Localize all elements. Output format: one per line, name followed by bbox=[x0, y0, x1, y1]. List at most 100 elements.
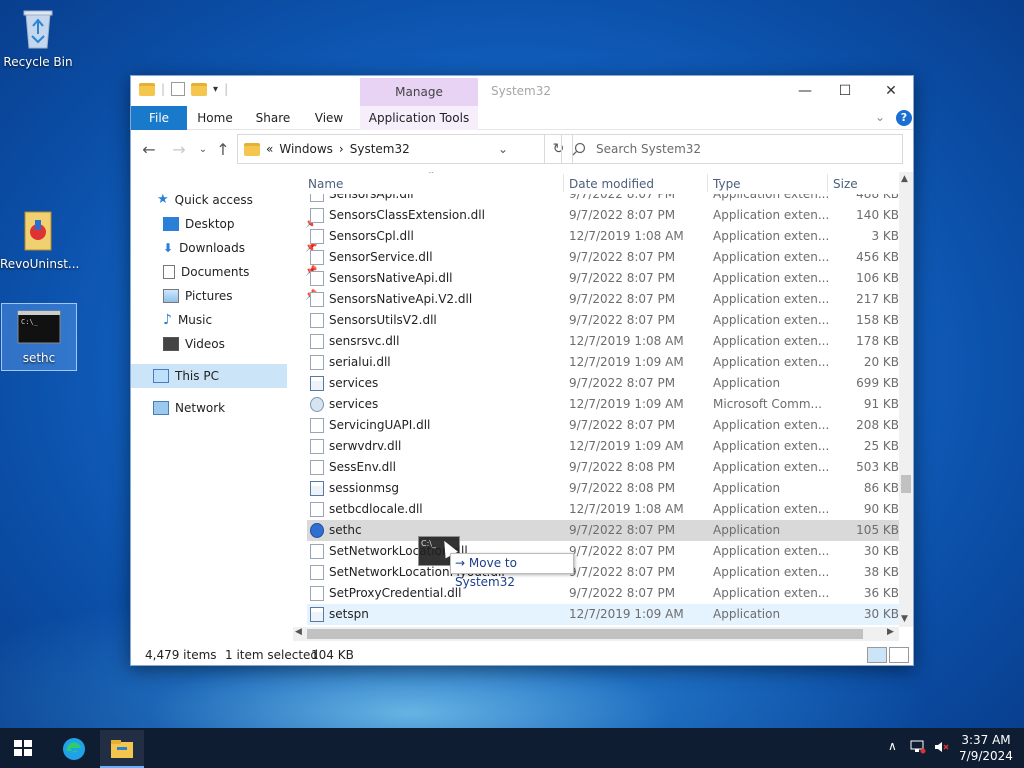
file-row[interactable]: SensorService.dll 9/7/2022 8:07 PM Applica… bbox=[307, 247, 899, 268]
show-hidden-icons[interactable]: ∧ bbox=[888, 739, 897, 753]
nav-pictures[interactable]: Pictures 📌 bbox=[163, 284, 317, 308]
close-button[interactable]: ✕ bbox=[871, 80, 911, 102]
file-size: 503 KB bbox=[856, 460, 899, 474]
nav-network[interactable]: Network bbox=[153, 396, 225, 420]
nav-quick-access[interactable]: ★ Quick access bbox=[157, 188, 253, 212]
nav-music[interactable]: ♪ Music bbox=[163, 308, 212, 332]
breadcrumb-system32[interactable]: System32 bbox=[350, 142, 410, 156]
file-row[interactable]: setbcdlocale.dll 12/7/2019 1:08 AM Applica… bbox=[307, 499, 899, 520]
tab-view[interactable]: View bbox=[311, 106, 347, 130]
file-size: 86 KB bbox=[863, 481, 899, 495]
file-row[interactable]: SensorsNativeApi.V2.dll 9/7/2022 8:07 PM A… bbox=[307, 289, 899, 310]
dll-file-icon bbox=[310, 229, 324, 244]
maximize-button[interactable]: ☐ bbox=[825, 80, 865, 102]
breadcrumb-overflow[interactable]: « bbox=[266, 142, 273, 156]
file-row[interactable]: serialui.dll 12/7/2019 1:09 AM Application… bbox=[307, 352, 899, 373]
tab-home[interactable]: Home bbox=[195, 106, 235, 130]
desktop-icon-recycle-bin[interactable]: Recycle Bin bbox=[0, 8, 76, 69]
horizontal-scroll-thumb[interactable] bbox=[307, 629, 863, 639]
search-box[interactable]: Search System32 bbox=[561, 134, 903, 164]
file-row[interactable]: SensorsUtilsV2.dll 9/7/2022 8:07 PM Applic… bbox=[307, 310, 899, 331]
computer-icon bbox=[153, 369, 169, 383]
network-icon bbox=[153, 401, 169, 415]
file-row[interactable]: sessionmsg 9/7/2022 8:08 PM Application 86 … bbox=[307, 478, 899, 499]
file-row[interactable]: SensorsApi.dll 9/7/2022 8:07 PM Applicatio… bbox=[307, 194, 899, 205]
file-date: 12/7/2019 1:09 AM bbox=[569, 397, 684, 411]
details-view-icon[interactable] bbox=[867, 647, 887, 663]
taskbar: ∧ 3:37 AM 7/9/2024 bbox=[0, 728, 1024, 768]
scroll-down-icon[interactable]: ▼ bbox=[901, 614, 908, 624]
column-name[interactable]: Name bbox=[308, 177, 343, 191]
file-row[interactable]: sethc 9/7/2022 8:07 PM Application 105 KB bbox=[307, 520, 899, 541]
new-folder-icon[interactable] bbox=[191, 82, 208, 96]
scroll-up-icon[interactable]: ▲ bbox=[901, 174, 908, 184]
file-row[interactable]: SensorsNativeApi.dll 9/7/2022 8:07 PM Appl… bbox=[307, 268, 899, 289]
large-icons-view-icon[interactable] bbox=[889, 647, 909, 663]
tab-share[interactable]: Share bbox=[253, 106, 293, 130]
file-type: Application exten... bbox=[713, 271, 830, 285]
back-button[interactable]: ← bbox=[139, 140, 159, 159]
file-name: sessionmsg bbox=[329, 481, 399, 495]
file-row[interactable]: sensrsvc.dll 12/7/2019 1:08 AM Application… bbox=[307, 331, 899, 352]
nav-documents[interactable]: Documents 📌 bbox=[163, 260, 317, 284]
file-row[interactable]: SensorsClassExtension.dll 9/7/2022 8:07 P… bbox=[307, 205, 899, 226]
taskbar-file-explorer[interactable] bbox=[100, 730, 144, 768]
file-row[interactable]: ServicingUAPI.dll 9/7/2022 8:07 PM Applica… bbox=[307, 415, 899, 436]
breadcrumb-windows[interactable]: Windows bbox=[279, 142, 333, 156]
properties-icon[interactable] bbox=[171, 82, 186, 96]
document-icon bbox=[163, 265, 175, 279]
clock[interactable]: 3:37 AM 7/9/2024 bbox=[958, 732, 1014, 764]
column-divider[interactable] bbox=[827, 174, 828, 192]
column-size[interactable]: Size bbox=[833, 177, 858, 191]
file-row[interactable]: SetNetworkLocation.dll 9/7/2022 8:07 PM Ap… bbox=[307, 541, 899, 562]
help-icon[interactable]: ? bbox=[896, 110, 912, 126]
taskbar-edge[interactable] bbox=[52, 730, 96, 768]
file-row[interactable]: serwvdrv.dll 12/7/2019 1:09 AM Application… bbox=[307, 436, 899, 457]
file-row[interactable]: SetNetworkLocationFlyout.dll 9/7/2022 8:0… bbox=[307, 562, 899, 583]
nav-desktop[interactable]: Desktop 📌 bbox=[163, 212, 317, 236]
desktop-icon-revo-uninstaller[interactable]: RevoUninst... bbox=[0, 210, 79, 271]
up-button[interactable]: ↑ bbox=[213, 140, 233, 159]
file-row[interactable]: SetProxyCredential.dll 9/7/2022 8:07 PM Ap… bbox=[307, 583, 899, 604]
ribbon-expand-icon[interactable]: ⌄ bbox=[875, 110, 885, 124]
edge-icon bbox=[63, 738, 85, 760]
column-type[interactable]: Type bbox=[713, 177, 741, 191]
tab-application-tools[interactable]: Application Tools bbox=[360, 106, 478, 130]
file-size: 488 KB bbox=[856, 194, 899, 201]
file-row[interactable]: SensorsCpl.dll 12/7/2019 1:08 AM Applicati… bbox=[307, 226, 899, 247]
column-divider[interactable] bbox=[563, 174, 564, 192]
tab-file[interactable]: File bbox=[131, 106, 187, 130]
vertical-scroll-thumb[interactable] bbox=[901, 475, 911, 493]
desktop-icon-sethc[interactable]: C:\_ sethc bbox=[1, 303, 77, 371]
start-button[interactable] bbox=[14, 740, 32, 756]
vertical-scrollbar[interactable]: ▲ ▼ bbox=[899, 172, 913, 627]
file-date: 9/7/2022 8:07 PM bbox=[569, 271, 676, 285]
file-row[interactable]: services 9/7/2022 8:07 PM Application 699 K… bbox=[307, 373, 899, 394]
address-bar[interactable]: « Windows › System32 ⌄ bbox=[237, 134, 545, 164]
minimize-button[interactable]: — bbox=[785, 80, 825, 102]
manage-context-tab[interactable]: Manage bbox=[360, 78, 478, 106]
network-tray-icon[interactable] bbox=[910, 740, 926, 757]
videos-icon bbox=[163, 337, 179, 351]
nav-videos[interactable]: Videos bbox=[163, 332, 225, 356]
file-type: Application exten... bbox=[713, 313, 830, 327]
file-row[interactable]: services 12/7/2019 1:09 AM Microsoft Comm.… bbox=[307, 394, 899, 415]
horizontal-scrollbar[interactable]: ◀ ▶ bbox=[293, 627, 899, 641]
command-prompt-icon: C:\_ bbox=[17, 310, 61, 344]
breadcrumb-chevron-icon[interactable]: › bbox=[339, 142, 344, 156]
forward-button[interactable]: → bbox=[169, 140, 189, 159]
file-row[interactable]: SessEnv.dll 9/7/2022 8:08 PM Application e… bbox=[307, 457, 899, 478]
address-dropdown-icon[interactable]: ⌄ bbox=[498, 142, 508, 156]
file-row[interactable]: setspn 12/7/2019 1:09 AM Application 30 KB bbox=[307, 604, 899, 625]
column-date[interactable]: Date modified bbox=[569, 177, 654, 191]
volume-muted-icon[interactable] bbox=[934, 740, 950, 757]
column-divider[interactable] bbox=[707, 174, 708, 192]
recent-locations-icon[interactable]: ⌄ bbox=[193, 144, 213, 155]
selection-count: 1 item selected bbox=[225, 648, 319, 662]
scroll-left-icon[interactable]: ◀ bbox=[295, 627, 302, 637]
file-type: Application exten... bbox=[713, 229, 830, 243]
nav-this-pc[interactable]: This PC bbox=[131, 364, 287, 388]
qat-dropdown-icon[interactable]: ▾ bbox=[213, 84, 218, 95]
scroll-right-icon[interactable]: ▶ bbox=[887, 627, 894, 637]
nav-downloads[interactable]: ⬇ Downloads 📌 bbox=[163, 236, 317, 260]
